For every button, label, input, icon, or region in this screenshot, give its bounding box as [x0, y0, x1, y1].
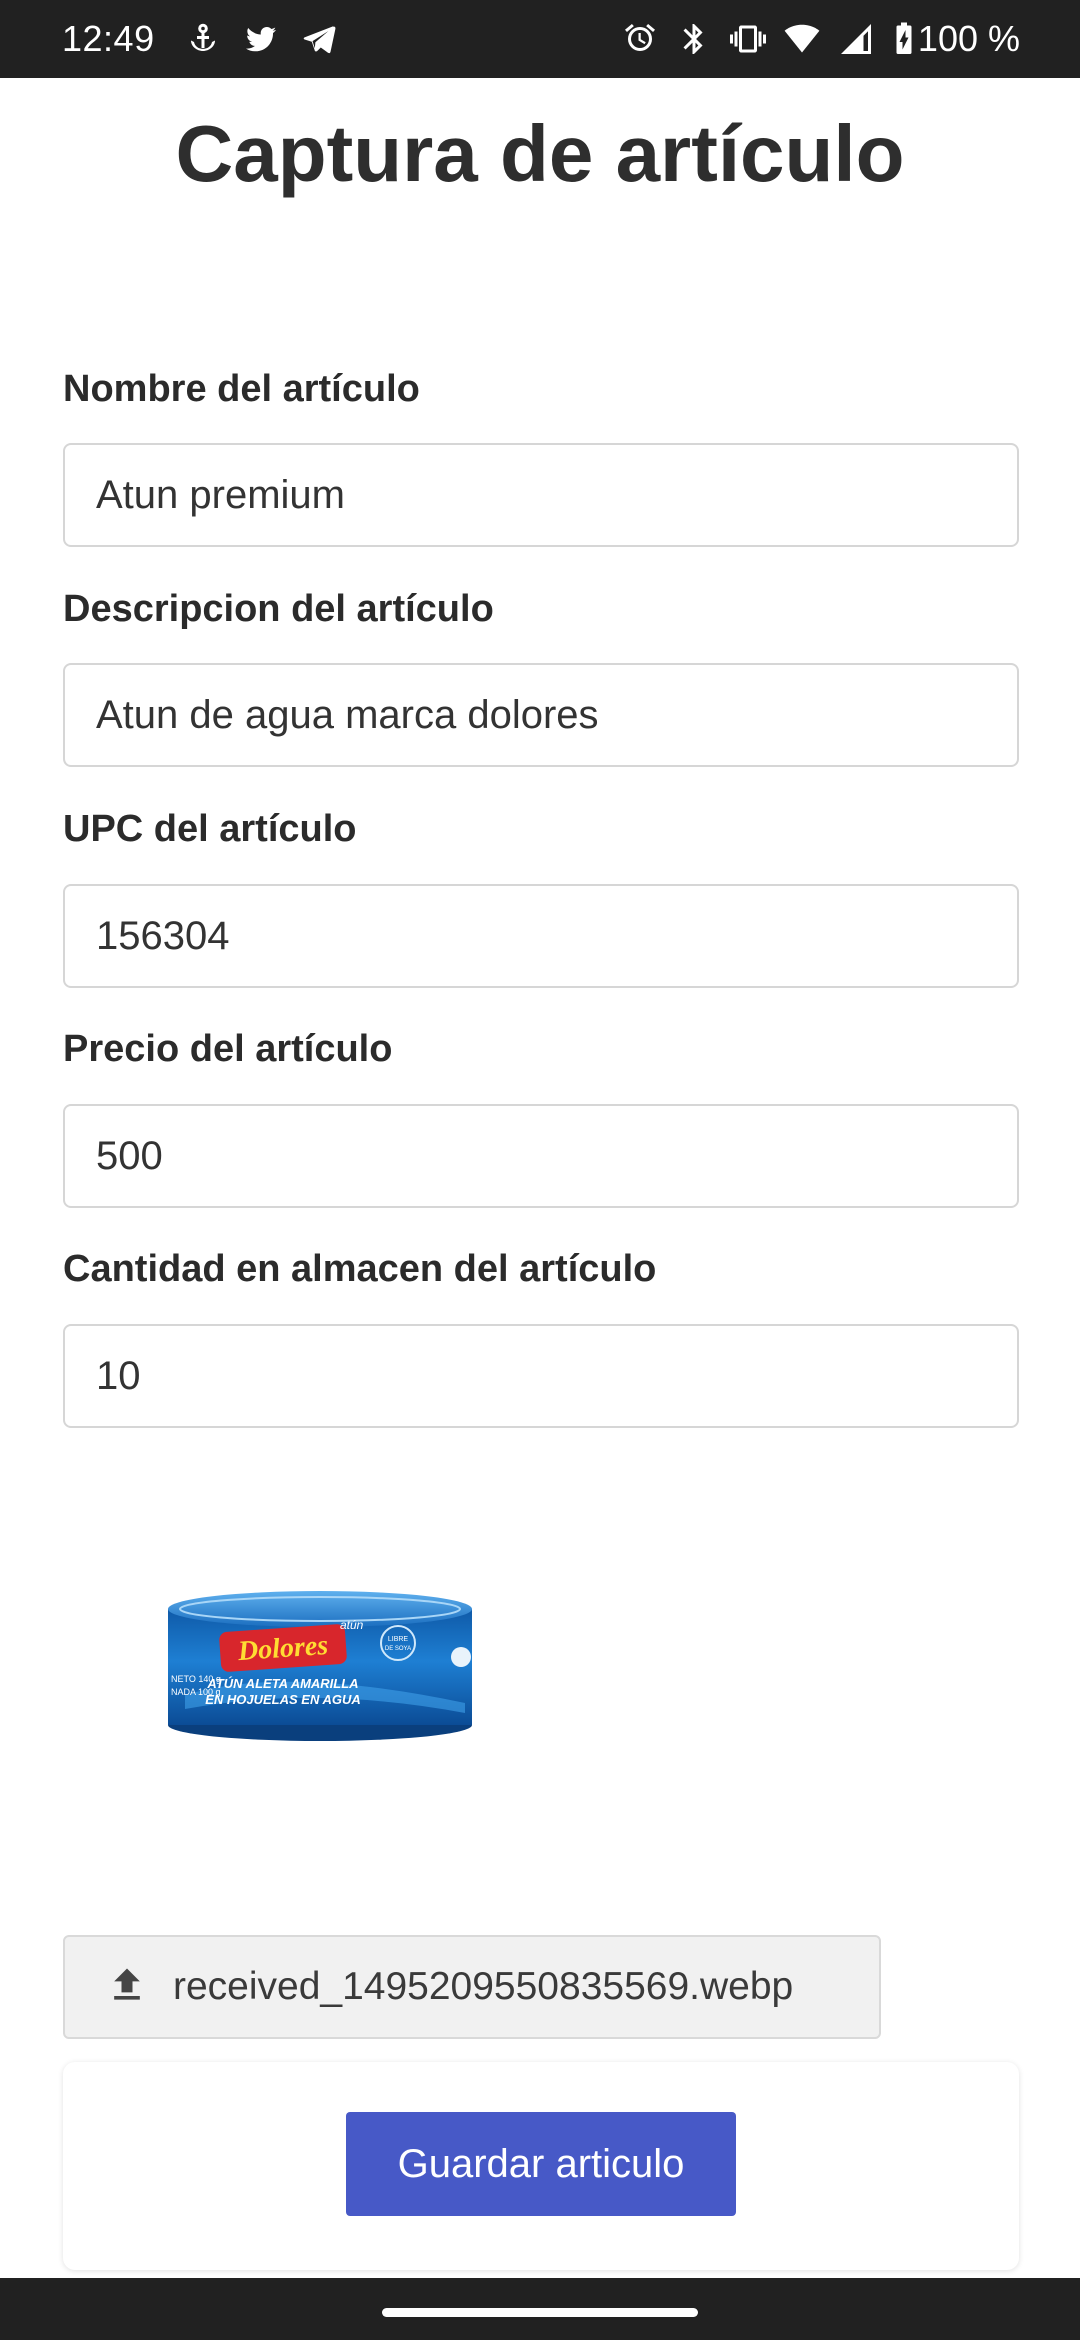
net-weight-text: NETO 140 g [171, 1674, 221, 1684]
alarm-icon [622, 21, 658, 57]
file-name: received_1495209550835569.webp [173, 1965, 794, 2008]
name-label: Nombre del artículo [63, 368, 420, 410]
upload-icon [105, 1963, 149, 2012]
product-line-2: EN HOJUELAS EN AGUA [205, 1692, 361, 1707]
home-indicator[interactable] [382, 2308, 698, 2317]
signal-icon [838, 21, 874, 57]
drained-weight-text: NADA 100 g [171, 1687, 221, 1697]
side-seal [451, 1647, 471, 1667]
telegram-icon [301, 21, 337, 57]
action-card: Guardar articulo [63, 2062, 1019, 2270]
soy-free-line-1: LIBRE [388, 1636, 409, 1643]
price-input[interactable] [63, 1104, 1019, 1208]
twitter-icon [243, 21, 279, 57]
save-button[interactable]: Guardar articulo [346, 2112, 736, 2216]
stock-input[interactable] [63, 1324, 1019, 1428]
status-bar: 12:49 100 % [0, 0, 1080, 78]
vibrate-icon [729, 21, 766, 57]
description-label: Descripcion del artículo [63, 588, 494, 630]
product-line-1: ATÚN ALETA AMARILLA [206, 1676, 358, 1691]
upc-input[interactable] [63, 884, 1019, 988]
stock-label: Cantidad en almacen del artículo [63, 1248, 657, 1290]
status-right: 100 % [618, 18, 1020, 60]
battery-percentage: 100 % [917, 18, 1020, 59]
bluetooth-icon [676, 21, 712, 57]
status-time: 12:49 [62, 18, 155, 59]
page-title: Captura de artículo [175, 109, 905, 198]
brand-small-text: atún [340, 1618, 364, 1632]
status-left: 12:49 [62, 18, 359, 60]
soy-free-line-2: DE SOYA [385, 1646, 411, 1652]
product-image: Dolores atún ATÚN ALETA AMARILLA EN HOJU… [168, 1591, 472, 1741]
upc-label: UPC del artículo [63, 808, 357, 850]
brand-text: Dolores [236, 1630, 329, 1667]
navigation-bar [0, 2278, 1080, 2340]
file-upload-chip[interactable]: received_1495209550835569.webp [63, 1935, 881, 2039]
description-input[interactable] [63, 663, 1019, 767]
price-label: Precio del artículo [63, 1028, 393, 1070]
name-input[interactable] [63, 443, 1019, 547]
wifi-icon [784, 21, 820, 57]
anchor-icon [185, 21, 221, 57]
battery-charging-icon [892, 21, 916, 57]
